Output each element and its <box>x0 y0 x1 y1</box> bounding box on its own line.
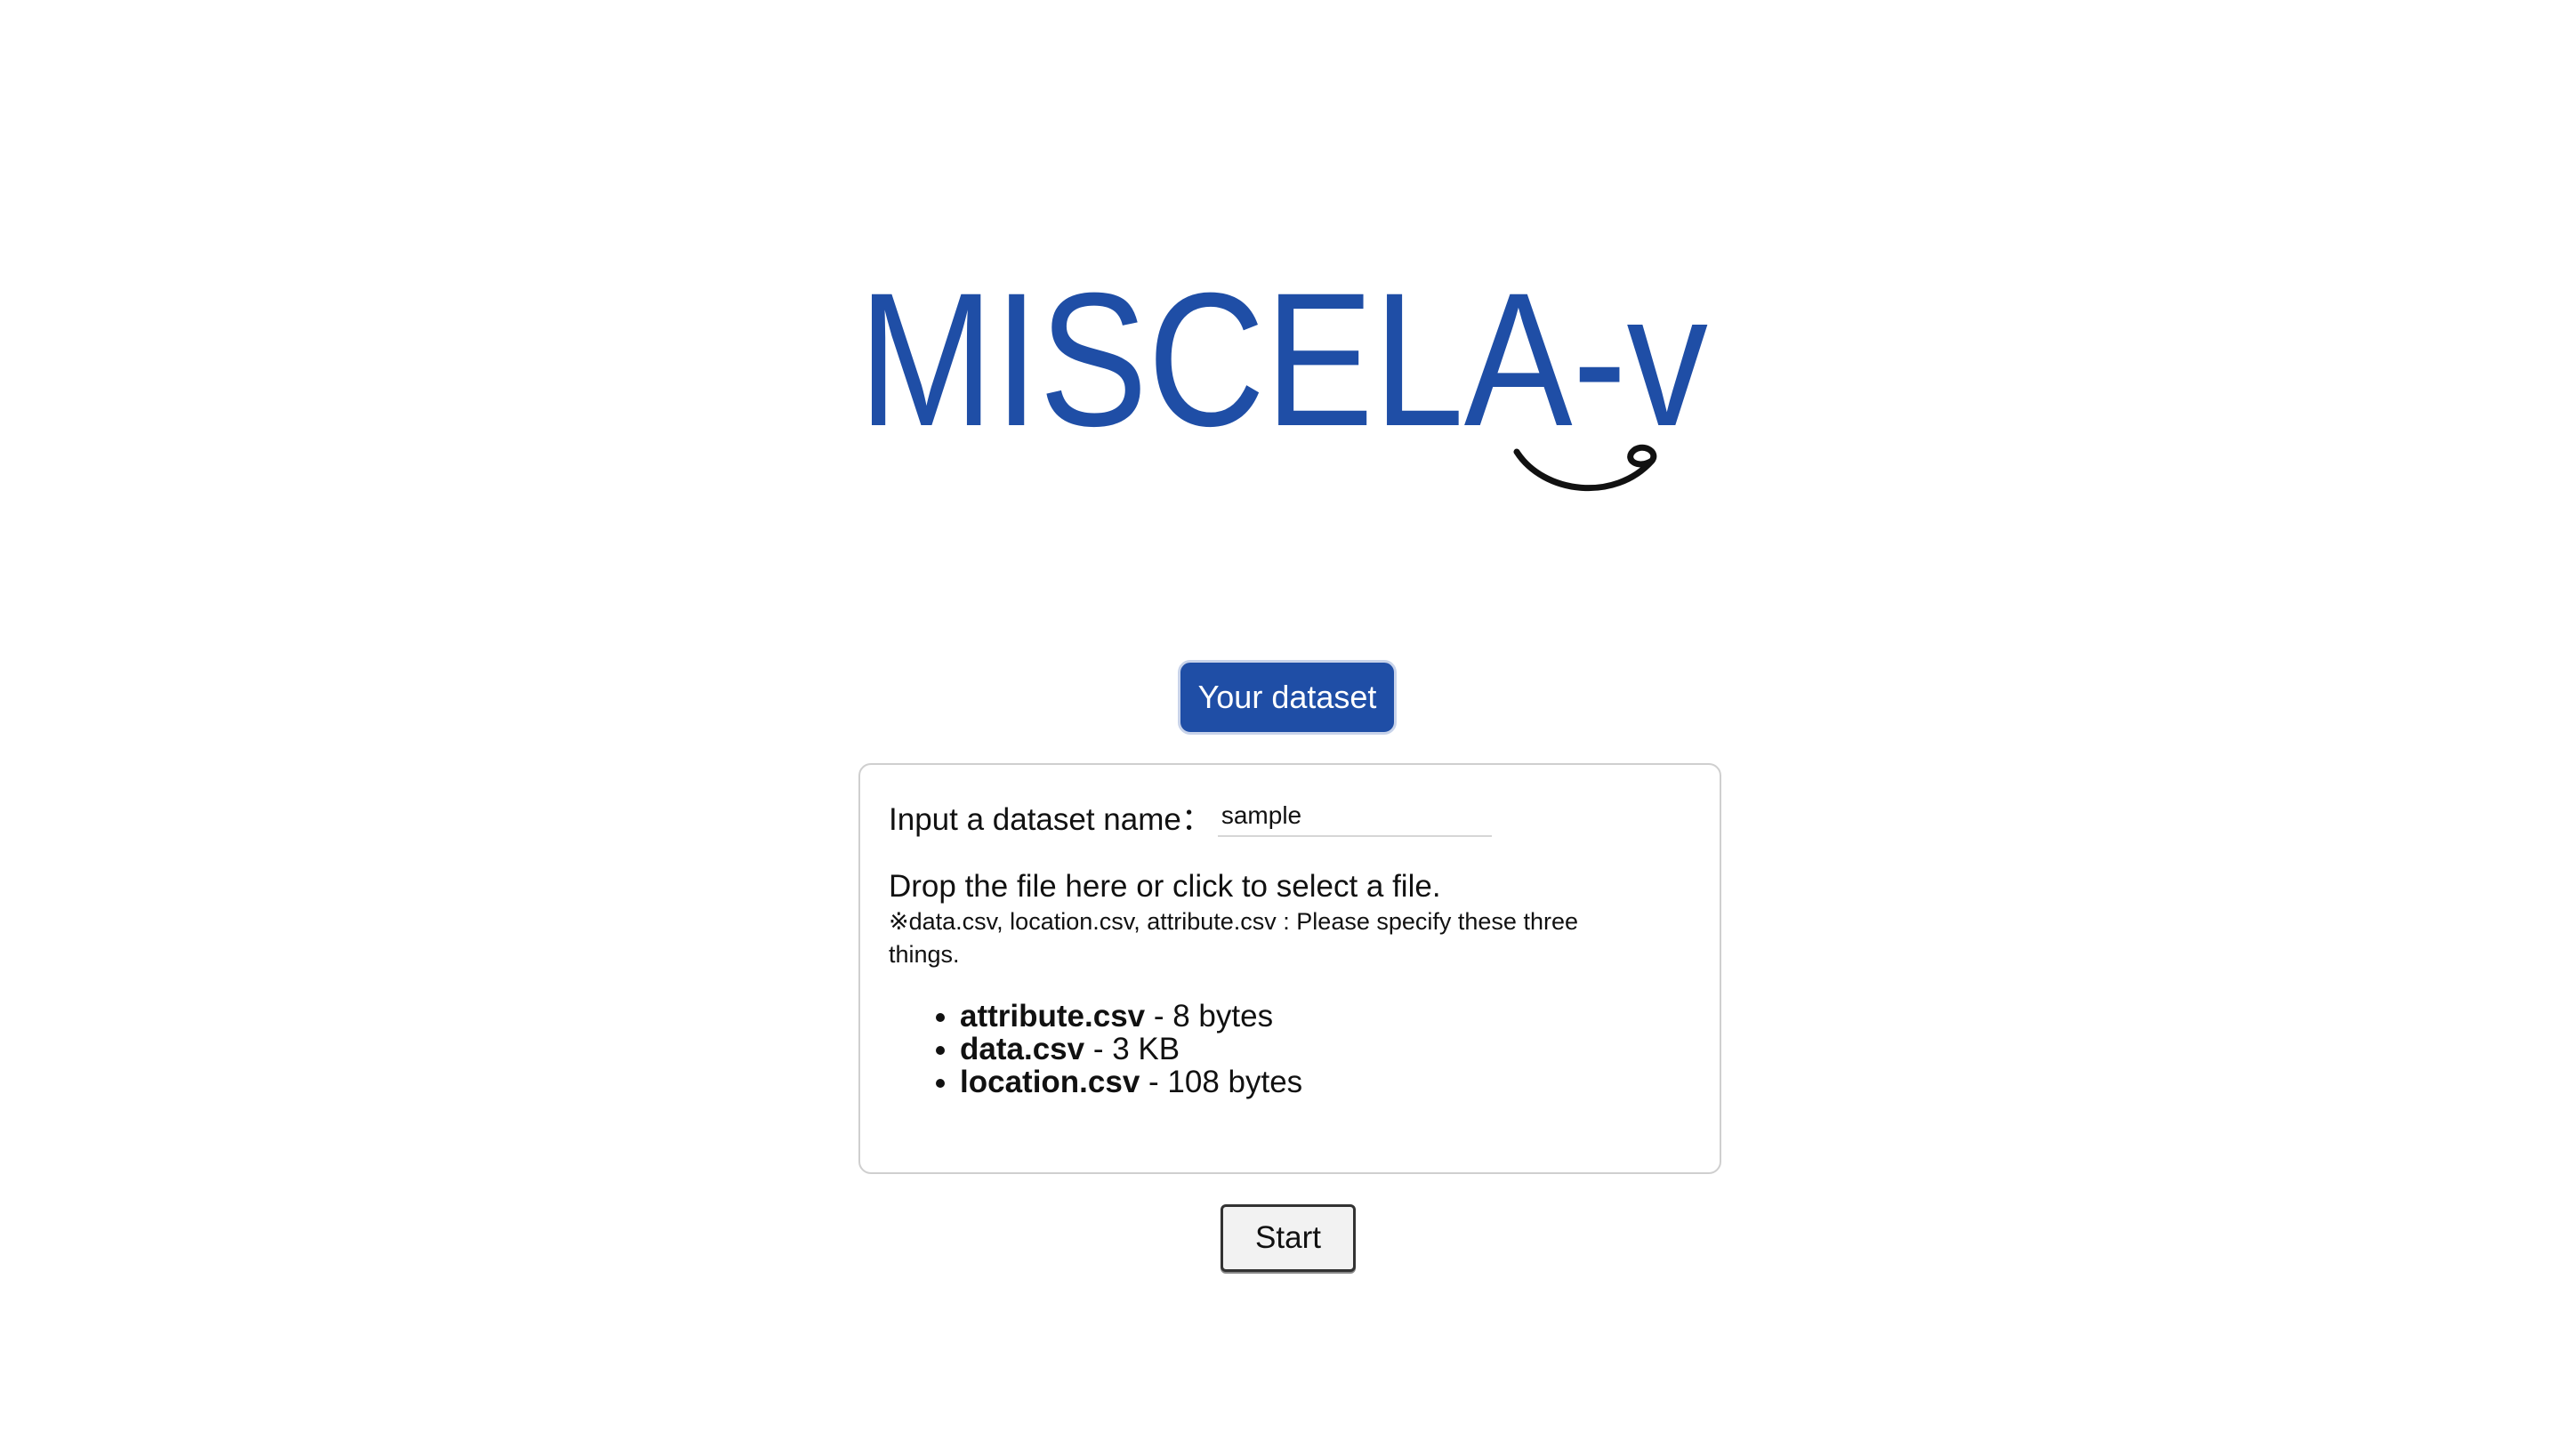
list-item: location.csv - 108 bytes <box>960 1066 1691 1098</box>
dataset-name-input[interactable] <box>1217 796 1492 837</box>
tab-your-dataset[interactable]: Your dataset <box>1178 660 1397 735</box>
dataset-name-row: Input a dataset name： <box>889 792 1691 841</box>
page: MISCELA-v Your dataset Input a dataset n… <box>0 0 2562 1456</box>
file-size: - 8 bytes <box>1145 999 1274 1034</box>
file-size: - 3 KB <box>1084 1032 1180 1066</box>
file-dropzone[interactable]: Input a dataset name： Drop the file here… <box>858 763 1721 1174</box>
file-name: data.csv <box>960 1032 1085 1066</box>
start-button[interactable]: Start <box>1221 1204 1356 1272</box>
app-logo: MISCELA-v <box>858 267 1730 525</box>
list-item: data.csv - 3 KB <box>960 1033 1691 1066</box>
file-name: attribute.csv <box>960 999 1146 1034</box>
drop-note: ※data.csv, location.csv, attribute.csv :… <box>889 908 1578 968</box>
logo-graphic: MISCELA-v <box>858 267 1708 492</box>
list-item: attribute.csv - 8 bytes <box>960 1000 1691 1033</box>
dataset-name-label: Input a dataset name： <box>889 801 1213 837</box>
drop-instructions: Drop the file here or click to select a … <box>889 869 1441 904</box>
file-list: attribute.csv - 8 bytes data.csv - 3 KB … <box>889 1000 1691 1098</box>
logo-wordmark: MISCELA-v <box>858 267 1708 466</box>
file-name: location.csv <box>960 1065 1140 1099</box>
file-size: - 108 bytes <box>1140 1065 1303 1099</box>
